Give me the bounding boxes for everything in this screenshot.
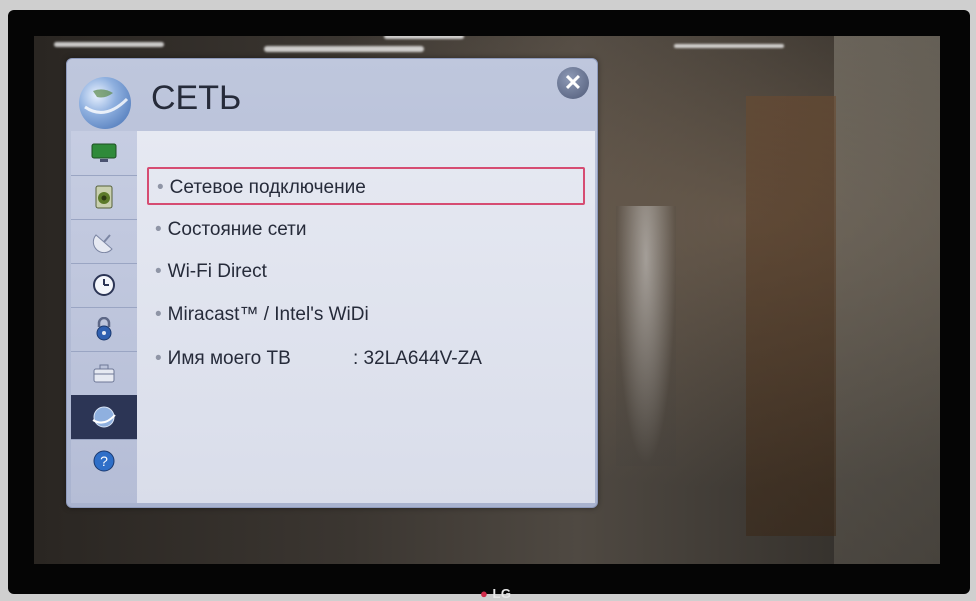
close-icon: ✕ (563, 70, 583, 95)
person-reflection (616, 206, 676, 466)
door-reflection (746, 96, 836, 536)
sidebar-item-lock[interactable] (71, 307, 137, 352)
svg-text:?: ? (100, 453, 108, 469)
help-icon: ? (93, 450, 115, 472)
ceiling-light-reflection (264, 46, 424, 52)
speaker-icon (95, 185, 113, 209)
menu-item-wifi-direct[interactable]: • Wi-Fi Direct (147, 253, 585, 291)
menu-item-label: Сетевое подключение (169, 177, 366, 198)
settings-category-rail: ? (71, 131, 138, 503)
sidebar-item-network[interactable] (71, 395, 137, 440)
wall-reflection (834, 36, 940, 564)
menu-item-label: Имя моего ТВ (167, 348, 291, 369)
menu-item-network-status[interactable]: • Состояние сети (147, 211, 585, 249)
tv-name-value: : 32LA644V-ZA (353, 348, 482, 369)
close-button[interactable]: ✕ (557, 67, 589, 99)
lock-icon (96, 317, 112, 341)
sidebar-item-time[interactable] (71, 263, 137, 308)
satellite-dish-icon (92, 234, 113, 253)
menu-item-label: Состояние сети (167, 219, 307, 240)
sidebar-item-options[interactable] (71, 351, 137, 396)
sidebar-item-picture[interactable] (71, 131, 137, 176)
tv-picture-icon (91, 143, 117, 162)
ceiling-light-reflection (674, 44, 784, 48)
ceiling-light-reflection (384, 36, 464, 39)
network-settings-window: СЕТЬ ✕ ? • Сетевое подключение • Состоян… (66, 58, 598, 508)
menu-item-miracast[interactable]: • Miracast™ / Intel's WiDi (147, 296, 585, 334)
menu-item-label: Wi-Fi Direct (167, 261, 267, 282)
page-title: СЕТЬ (151, 79, 242, 117)
briefcase-icon (93, 364, 115, 383)
ceiling-light-reflection (54, 42, 164, 47)
globe-icon (92, 406, 116, 428)
tv-brand-logo: ● LG (480, 586, 512, 601)
sidebar-item-channels[interactable] (71, 219, 137, 264)
sidebar-item-sound[interactable] (71, 175, 137, 220)
menu-item-label: Miracast™ / Intel's WiDi (167, 304, 369, 325)
sidebar-item-support[interactable]: ? (71, 439, 137, 483)
menu-item-tv-name[interactable]: • Имя моего ТВ : 32LA644V-ZA (147, 340, 585, 378)
globe-icon (79, 77, 131, 129)
clock-icon (93, 274, 115, 296)
menu-item-network-connection[interactable]: • Сетевое подключение (147, 167, 585, 205)
network-menu: • Сетевое подключение • Состояние сети • Wi… (137, 131, 595, 503)
